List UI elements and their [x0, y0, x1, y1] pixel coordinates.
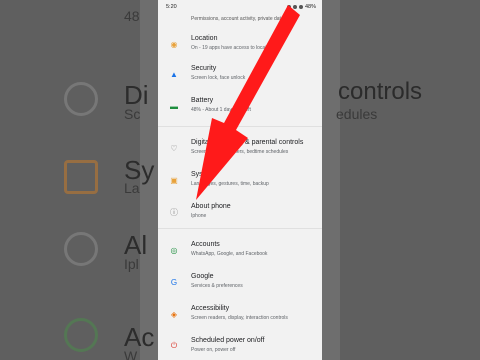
background-system-icon [64, 160, 98, 194]
background-row3-sub: Ipl [124, 256, 139, 272]
background-right-panel [340, 0, 480, 360]
settings-item-title: Digital Wellbeing & parental controls [191, 139, 304, 146]
settings-item-subtitle: Screen readers, display, interaction con… [191, 315, 288, 321]
settings-item-about-phone[interactable]: ⓘ About phone Iphone [158, 198, 322, 226]
alarm-icon [286, 5, 291, 9]
background-row2-sub: La [124, 180, 140, 196]
partial-privacy-subtitle: Permissions, account activity, private d… [191, 16, 284, 22]
wellbeing-icon: ♡ [170, 143, 178, 153]
settings-item-security[interactable]: ▲ Security Screen lock, face unlock [158, 60, 322, 88]
location-icon: ◉ [170, 39, 178, 49]
settings-item-title: Scheduled power on/off [191, 337, 265, 344]
background-accounts-icon [64, 318, 98, 352]
settings-item-subtitle: Screen lock, face unlock [191, 75, 246, 81]
section-divider [158, 126, 322, 127]
background-row1-sub: Sc [124, 106, 141, 122]
settings-item-title: System [191, 171, 215, 178]
battery-percentage: 48% [304, 4, 316, 10]
settings-item-battery[interactable]: ▬ Battery 48% - About 1 day, 2 hr left [158, 92, 322, 120]
settings-item-accounts[interactable]: ◎ Accounts WhatsApp, Google, and Facebook [158, 236, 322, 264]
settings-item-subtitle: Screen time, app timers, bedtime schedul… [191, 149, 289, 155]
background-row1-title-right: controls [338, 78, 423, 105]
background-row4-sub: W [124, 348, 138, 360]
settings-item-subtitle: Languages, gestures, time, backup [191, 181, 269, 187]
accounts-icon: ◎ [170, 245, 178, 255]
wifi-icon [292, 5, 297, 9]
settings-item-subtitle: 48% - About 1 day, 2 hr left [191, 107, 251, 113]
settings-item-subtitle: Iphone [191, 213, 207, 219]
info-icon: ⓘ [170, 207, 178, 217]
background-row1-sub-right: edules [336, 106, 378, 122]
background-info-icon [64, 232, 98, 266]
settings-item-digital-wellbeing-parental-controls[interactable]: ♡ Digital Wellbeing & parental controls Sc… [158, 134, 322, 162]
settings-item-accessibility[interactable]: ◈ Accessibility Screen readers, display, i… [158, 300, 322, 328]
power-icon: ⏻ [170, 341, 178, 350]
shield-icon: ▲ [170, 69, 178, 79]
settings-item-subtitle: On - 19 apps have access to location [191, 45, 274, 51]
settings-item-subtitle: WhatsApp, Google, and Facebook [191, 251, 268, 257]
settings-item-title: Google [191, 273, 214, 280]
partial-privacy-row[interactable]: Permissions, account activity, private d… [158, 14, 322, 24]
settings-item-title: About phone [191, 203, 231, 210]
system-icon: ▣ [170, 175, 178, 185]
battery-icon: ▬ [170, 101, 178, 111]
settings-item-system[interactable]: ▣ System Languages, gestures, time, backup [158, 166, 322, 194]
settings-item-subtitle: Power on, power off [191, 347, 236, 353]
settings-item-location[interactable]: ◉ Location On - 19 apps have access to loc… [158, 30, 322, 58]
settings-item-subtitle: Services & preferences [191, 283, 243, 289]
status-time: 5:20 [166, 4, 177, 10]
section-divider [158, 228, 322, 229]
status-bar: 5:20 48% [158, 0, 322, 14]
google-icon: G [170, 277, 178, 287]
settings-item-google[interactable]: G Google Services & preferences [158, 268, 322, 296]
settings-item-title: Accessibility [191, 305, 230, 312]
status-icons: 48% [286, 4, 316, 10]
settings-item-title: Accounts [191, 241, 220, 248]
settings-item-title: Security [191, 65, 217, 72]
phone-screen: 5:20 48% Permissions, account activity, … [158, 0, 322, 360]
signal-icon [298, 5, 303, 9]
background-wellbeing-icon [64, 82, 98, 116]
accessibility-icon: ◈ [170, 309, 178, 319]
settings-item-title: Location [191, 35, 218, 42]
background-top-number: 48 [124, 8, 140, 24]
settings-item-title: Battery [191, 97, 214, 104]
settings-item-scheduled-power-on-off[interactable]: ⏻ Scheduled power on/off Power on, power o… [158, 332, 322, 360]
